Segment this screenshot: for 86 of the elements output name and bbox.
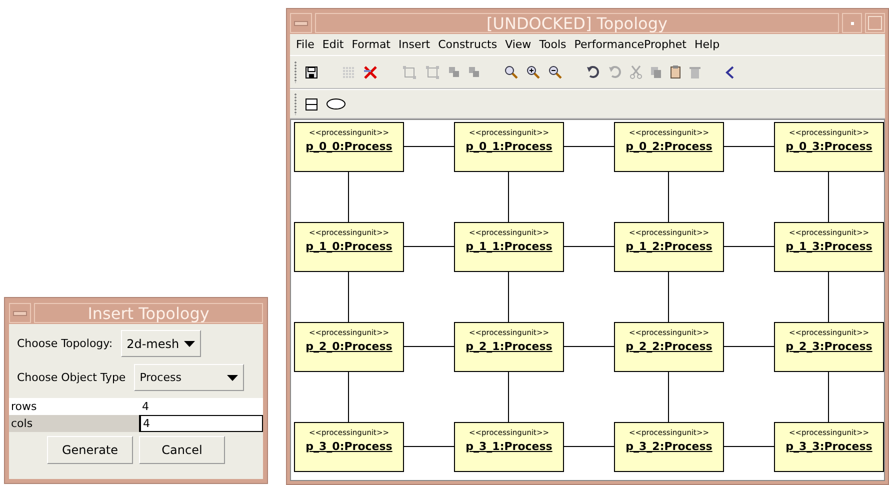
connector-line bbox=[404, 146, 454, 147]
layers-icon[interactable] bbox=[448, 66, 460, 78]
window-menu-button[interactable] bbox=[290, 13, 312, 33]
window-title: Insert Topology bbox=[34, 303, 263, 323]
magnifier-icon[interactable] bbox=[504, 65, 518, 79]
delete-icon[interactable] bbox=[363, 64, 378, 80]
window-title: [UNDOCKED] Topology bbox=[315, 13, 839, 33]
menu-item[interactable]: Help bbox=[694, 38, 720, 51]
object-type-dropdown[interactable]: Process bbox=[134, 364, 244, 391]
dialog-button[interactable]: Generate bbox=[47, 436, 133, 464]
value-field[interactable]: 4 bbox=[139, 415, 263, 432]
connector-line bbox=[348, 172, 349, 222]
clipboard-icon[interactable] bbox=[670, 65, 681, 79]
menu-item[interactable]: Insert bbox=[398, 38, 430, 51]
connector-line bbox=[564, 246, 614, 247]
node-name: p_0_2:Process bbox=[626, 140, 712, 153]
node-name: p_2_2:Process bbox=[626, 340, 712, 353]
connector-line bbox=[508, 172, 509, 222]
connector-line bbox=[404, 246, 454, 247]
connector-line bbox=[724, 346, 774, 347]
menu-item[interactable]: View bbox=[505, 38, 532, 51]
connector-line bbox=[564, 146, 614, 147]
connector-line bbox=[404, 446, 454, 447]
connector-line bbox=[348, 272, 349, 322]
chevron-left-icon[interactable] bbox=[725, 66, 735, 78]
node-name: p_1_0:Process bbox=[306, 240, 392, 253]
topology-dropdown[interactable]: 2d-mesh bbox=[120, 330, 202, 357]
toolbar-grip[interactable] bbox=[294, 61, 297, 83]
caret-icon bbox=[184, 340, 196, 346]
connector-line bbox=[668, 172, 669, 222]
circular-arrow-icon[interactable] bbox=[586, 65, 600, 79]
connector-line bbox=[564, 346, 614, 347]
node-name: p_2_0:Process bbox=[306, 340, 392, 353]
zoom-out-icon[interactable] bbox=[548, 65, 562, 79]
node-name: p_3_3:Process bbox=[786, 440, 872, 453]
connector-line bbox=[508, 372, 509, 422]
node-name: p_2_1:Process bbox=[466, 340, 552, 353]
menu-item[interactable]: Constructs bbox=[438, 38, 498, 51]
menu-item[interactable]: Edit bbox=[322, 38, 344, 51]
toolbar-grip[interactable] bbox=[294, 93, 297, 115]
layers-icon[interactable] bbox=[468, 66, 480, 78]
menu-item[interactable]: File bbox=[296, 38, 314, 51]
menu-item[interactable]: Format bbox=[352, 38, 390, 51]
object-type-label: Choose Object Type bbox=[17, 371, 126, 384]
connector-line bbox=[668, 372, 669, 422]
dotted-grid-icon[interactable] bbox=[342, 66, 355, 78]
connector-line bbox=[828, 272, 829, 322]
connector-line bbox=[828, 172, 829, 222]
scissors-icon[interactable] bbox=[630, 65, 642, 79]
connector-line bbox=[404, 346, 454, 347]
split-rectangle-icon[interactable] bbox=[305, 98, 318, 110]
node-name: p_3_1:Process bbox=[466, 440, 552, 453]
window-menu-button[interactable] bbox=[9, 303, 31, 323]
connector-line bbox=[724, 146, 774, 147]
dialog-button[interactable]: Cancel bbox=[139, 436, 225, 464]
node-name: p_0_1:Process bbox=[466, 140, 552, 153]
table-cell: cols bbox=[9, 415, 139, 432]
table-cell: rows bbox=[9, 398, 139, 415]
group-frame-icon[interactable] bbox=[425, 64, 440, 80]
group-frame-icon[interactable] bbox=[402, 64, 417, 80]
topology-label: Choose Topology: bbox=[17, 337, 113, 350]
maximize-button[interactable] bbox=[865, 13, 885, 33]
value-field[interactable]: 4 bbox=[139, 398, 263, 415]
connector-line bbox=[828, 372, 829, 422]
node-name: p_0_3:Process bbox=[786, 140, 872, 153]
trash-icon[interactable] bbox=[689, 65, 701, 79]
node-name: p_2_3:Process bbox=[786, 340, 872, 353]
ellipse-icon[interactable] bbox=[326, 98, 346, 110]
connector-line bbox=[508, 272, 509, 322]
zoom-in-icon[interactable] bbox=[526, 65, 540, 79]
node-name: p_0_0:Process bbox=[306, 140, 392, 153]
node-name: p_1_2:Process bbox=[626, 240, 712, 253]
minimize-button[interactable] bbox=[842, 13, 862, 33]
copy-icon[interactable] bbox=[650, 66, 662, 78]
connector-line bbox=[564, 446, 614, 447]
node-name: p_1_1:Process bbox=[466, 240, 552, 253]
connector-line bbox=[348, 372, 349, 422]
connector-line bbox=[668, 272, 669, 322]
caret-icon bbox=[226, 374, 238, 380]
menu-item[interactable]: PerformanceProphet bbox=[574, 38, 686, 51]
connector-line bbox=[724, 246, 774, 247]
node-name: p_3_2:Process bbox=[626, 440, 712, 453]
connector-line bbox=[724, 446, 774, 447]
node-name: p_1_3:Process bbox=[786, 240, 872, 253]
menu-item[interactable]: Tools bbox=[539, 38, 566, 51]
node-name: p_3_0:Process bbox=[306, 440, 392, 453]
